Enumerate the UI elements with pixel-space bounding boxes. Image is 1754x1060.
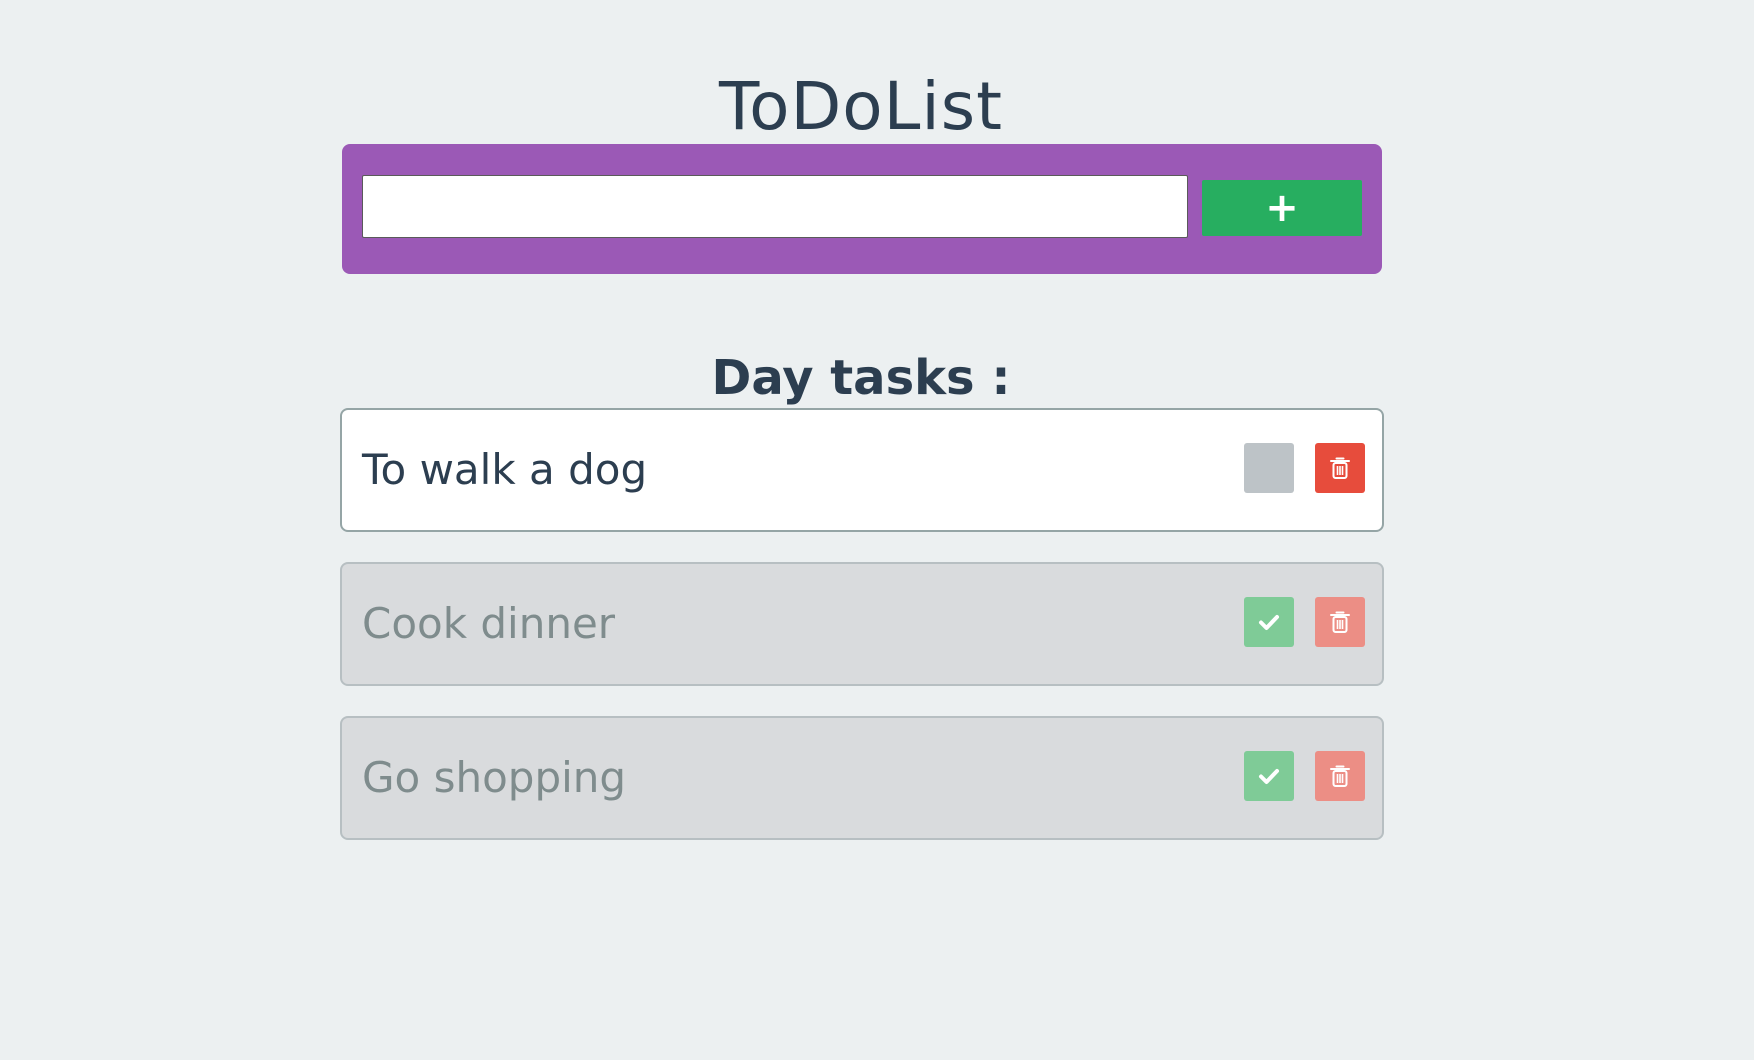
delete-task-button[interactable]	[1315, 597, 1365, 647]
trash-icon	[1330, 765, 1350, 787]
check-icon	[1259, 769, 1279, 784]
task-item: To walk a dog	[340, 408, 1384, 532]
task-item: Go shopping	[340, 716, 1384, 840]
delete-task-button[interactable]	[1315, 443, 1365, 493]
complete-task-button[interactable]	[1244, 443, 1294, 493]
day-tasks-heading: Day tasks :	[711, 349, 1011, 406]
page-title: ToDoList	[718, 68, 1004, 146]
task-text: Cook dinner	[362, 599, 616, 648]
complete-task-button[interactable]	[1244, 751, 1294, 801]
add-task-panel: +	[342, 144, 1382, 274]
trash-icon	[1330, 611, 1350, 633]
add-task-button[interactable]: +	[1202, 180, 1362, 236]
complete-task-button[interactable]	[1244, 597, 1294, 647]
task-list: To walk a dog Cook dinner Go shopping	[340, 408, 1384, 870]
delete-task-button[interactable]	[1315, 751, 1365, 801]
task-text: To walk a dog	[362, 445, 648, 494]
trash-icon	[1330, 457, 1350, 479]
task-text: Go shopping	[362, 753, 627, 802]
todo-app: ToDoList + Day tasks : To walk a dog Coo…	[0, 0, 1754, 1060]
task-item: Cook dinner	[340, 562, 1384, 686]
new-task-input[interactable]	[362, 175, 1188, 238]
check-icon	[1259, 615, 1279, 630]
